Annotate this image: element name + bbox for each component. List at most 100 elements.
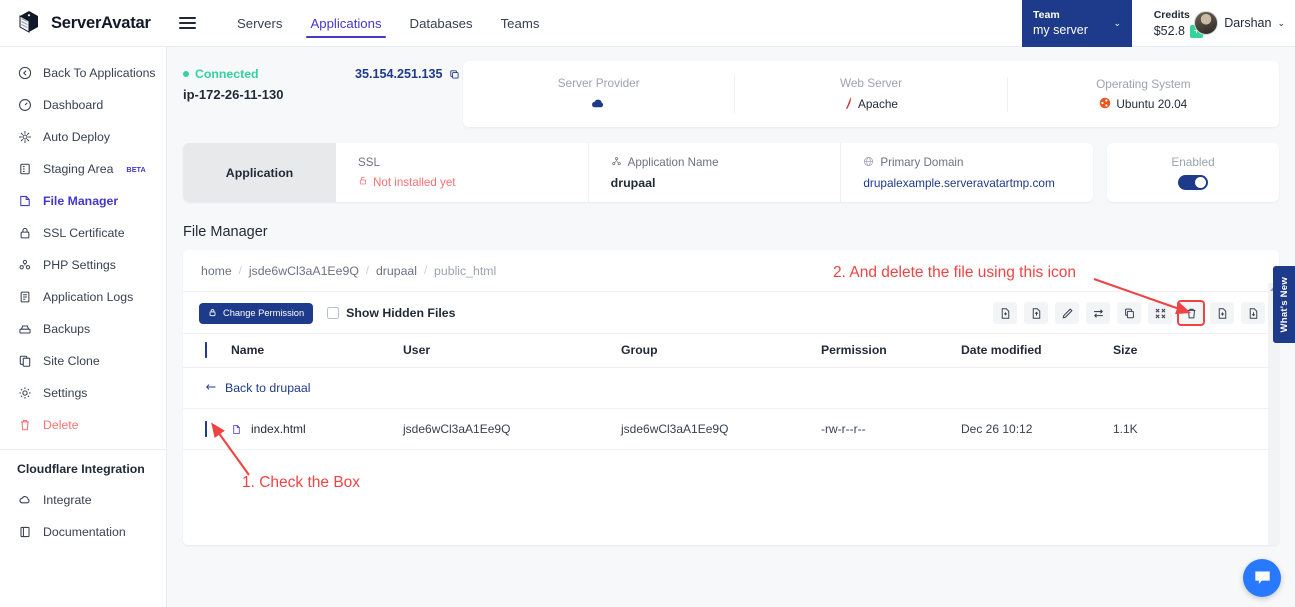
sidebar-item-auto-deploy[interactable]: Auto Deploy <box>0 121 166 153</box>
table-row[interactable]: index.html jsde6wCl3aA1Ee9Q jsde6wCl3aA1… <box>183 408 1279 450</box>
hamburger-icon[interactable] <box>179 17 196 29</box>
sidebar-item-ssl-certificate[interactable]: SSL Certificate <box>0 217 166 249</box>
breadcrumb-separator: / <box>238 265 242 277</box>
breadcrumb-user[interactable]: jsde6wCl3aA1Ee9Q <box>249 264 359 278</box>
back-navigation-row[interactable]: Back to drupaal <box>183 367 1279 409</box>
nav-teams[interactable]: Teams <box>487 0 554 47</box>
whats-new-tab[interactable]: What's New <box>1273 266 1295 343</box>
app-name-label-text: Application Name <box>627 156 719 169</box>
clone-icon <box>17 354 32 369</box>
sidebar-label: Staging Area <box>43 162 114 176</box>
ssl-label: SSL <box>358 156 380 169</box>
show-hidden-files-toggle[interactable]: Show Hidden Files <box>327 306 455 320</box>
brand-name: ServerAvatar <box>51 13 151 32</box>
cloud-icon <box>590 96 607 112</box>
team-value: my server <box>1033 23 1088 38</box>
sidebar-item-back-to-applications[interactable]: Back To Applications <box>0 57 166 89</box>
sidebar-item-backups[interactable]: Backups <box>0 313 166 345</box>
ssl-status: Not installed yet <box>358 175 588 189</box>
connection-block: Connected ip-172-26-11-130 <box>183 61 355 102</box>
sidebar-item-integrate[interactable]: Integrate <box>0 484 166 516</box>
back-to-parent-link[interactable]: Back to drupaal <box>183 381 1279 395</box>
whats-new-label: What's New <box>1278 276 1290 333</box>
cell-name: index.html <box>231 408 403 450</box>
col-name[interactable]: Name <box>231 333 403 368</box>
info-label: Operating System <box>1096 76 1191 91</box>
primary-domain-value[interactable]: drupalexample.serveravatartmp.com <box>863 176 1093 190</box>
sidebar-item-application-logs[interactable]: Application Logs <box>0 281 166 313</box>
info-cell-server-provider: Server Provider <box>463 76 734 112</box>
rename-pencil-icon[interactable] <box>1055 302 1079 324</box>
new-file-icon[interactable] <box>993 302 1017 324</box>
sidebar-label: Backups <box>43 322 91 336</box>
application-summary-strip: Application SSL Not installed yet Applic… <box>167 127 1295 202</box>
move-arrows-icon[interactable] <box>1086 302 1110 324</box>
breadcrumb-current[interactable]: public_html <box>434 264 496 278</box>
log-icon <box>17 290 32 305</box>
nav-applications[interactable]: Applications <box>296 0 395 47</box>
select-all-checkbox[interactable] <box>205 342 207 358</box>
col-date-modified[interactable]: Date modified <box>961 333 1113 368</box>
sidebar-item-dashboard[interactable]: Dashboard <box>0 89 166 121</box>
sidebar-item-settings[interactable]: Settings <box>0 377 166 409</box>
back-label: Back to drupaal <box>225 381 311 395</box>
breadcrumb-home[interactable]: home <box>201 264 232 278</box>
nav-databases[interactable]: Databases <box>396 0 487 47</box>
application-name-label: Application Name <box>611 156 841 170</box>
server-ip-block: 35.154.251.135 <box>355 61 463 81</box>
back-circle-icon <box>17 66 32 81</box>
primary-nav: Servers Applications Databases Teams <box>223 0 553 47</box>
sidebar-item-site-clone[interactable]: Site Clone <box>0 345 166 377</box>
team-selector[interactable]: Team my server ⌄ <box>1022 0 1132 47</box>
annotation-step-1: 1. Check the Box <box>242 474 361 491</box>
info-cell-web-server: Web Server Apache <box>734 75 1006 113</box>
col-group[interactable]: Group <box>621 333 821 368</box>
credits-value: $52.8 <box>1153 23 1185 38</box>
lock-icon <box>208 308 217 319</box>
sidebar-label: SSL Certificate <box>43 226 125 240</box>
globe-icon <box>863 156 874 170</box>
info-label: Server Provider <box>557 76 640 90</box>
cell-permission: -rw-r--r-- <box>821 408 961 450</box>
sidebar-label: Dashboard <box>43 98 104 112</box>
beta-badge: BETA <box>126 164 146 174</box>
file-name-text: index.html <box>251 422 306 436</box>
sidebar-item-delete[interactable]: Delete <box>0 409 166 441</box>
upload-file-icon[interactable] <box>1024 302 1048 324</box>
breadcrumb: home / jsde6wCl3aA1Ee9Q / drupaal / publ… <box>183 250 1279 291</box>
cell-group: jsde6wCl3aA1Ee9Q <box>621 408 821 450</box>
show-hidden-files-checkbox[interactable] <box>327 307 340 319</box>
sidebar-item-file-manager[interactable]: File Manager <box>0 185 166 217</box>
app-icon <box>611 156 622 170</box>
col-permission[interactable]: Permission <box>821 333 961 368</box>
extract-icon[interactable] <box>1210 302 1234 324</box>
sidebar-item-documentation[interactable]: Documentation <box>0 516 166 548</box>
download-icon[interactable] <box>1241 302 1265 324</box>
cell-user: jsde6wCl3aA1Ee9Q <box>403 408 621 450</box>
brand-logo[interactable]: ServerAvatar <box>0 8 160 39</box>
application-name-cell: Application Name drupaal <box>587 143 841 202</box>
sidebar-item-php-settings[interactable]: PHP Settings <box>0 249 166 281</box>
info-value: Ubuntu 20.04 <box>1099 97 1187 112</box>
cell-size: 1.1K <box>1113 408 1279 450</box>
chat-bubble-icon[interactable] <box>1243 559 1281 597</box>
php-icon <box>17 258 32 273</box>
breadcrumb-app[interactable]: drupaal <box>376 264 417 278</box>
sidebar-item-staging-area[interactable]: Staging Area BETA <box>0 153 166 185</box>
compress-icon[interactable] <box>1148 302 1172 324</box>
row-checkbox[interactable] <box>205 421 207 437</box>
user-menu[interactable]: Darshan ⌄ <box>1194 11 1285 35</box>
top-navigation-bar: ServerAvatar Servers Applications Databa… <box>0 0 1295 47</box>
nav-servers[interactable]: Servers <box>223 0 296 47</box>
delete-trash-icon[interactable] <box>1177 300 1205 326</box>
team-label: Team <box>1033 8 1060 21</box>
col-size[interactable]: Size <box>1113 333 1279 368</box>
backup-icon <box>17 322 32 337</box>
breadcrumb-separator: / <box>365 265 369 277</box>
col-user[interactable]: User <box>403 333 621 368</box>
copy-icon[interactable] <box>1117 302 1141 324</box>
annotation-step-2: 2. And delete the file using this icon <box>833 264 1076 281</box>
enabled-toggle[interactable] <box>1178 175 1208 190</box>
change-permission-button[interactable]: Change Permission <box>199 302 314 324</box>
copy-icon[interactable] <box>449 69 460 80</box>
